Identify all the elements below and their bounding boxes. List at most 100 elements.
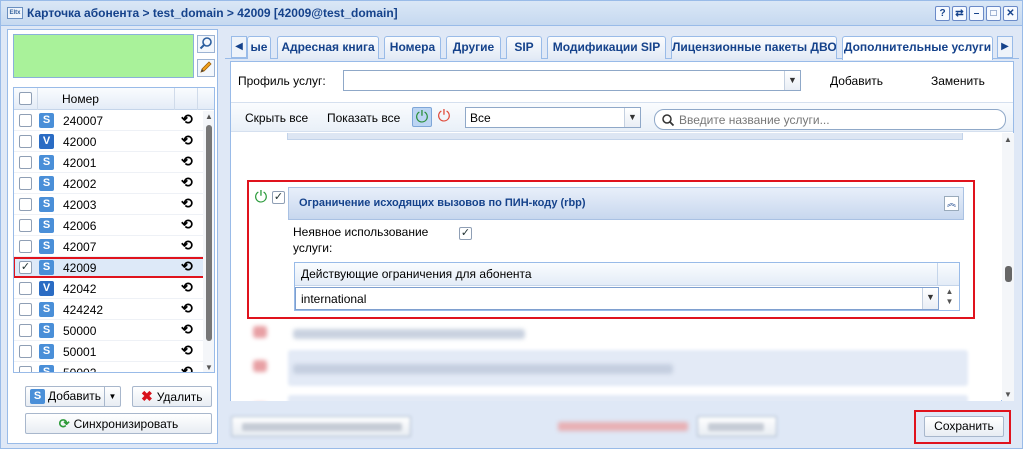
- subscriber-row[interactable]: S 50002 ⟲: [14, 362, 214, 372]
- row-checkbox[interactable]: [19, 366, 32, 372]
- row-checkbox[interactable]: [19, 198, 32, 211]
- row-checkbox[interactable]: [19, 240, 32, 253]
- save-button[interactable]: Сохранить: [924, 416, 1004, 437]
- row-checkbox[interactable]: [19, 114, 32, 127]
- add-button[interactable]: S Добавить ▼: [25, 386, 121, 407]
- show-all-button[interactable]: Показать все: [327, 111, 400, 125]
- scrollbar-thumb[interactable]: [1005, 266, 1012, 282]
- history-icon[interactable]: ⟲: [181, 279, 193, 296]
- row-checkbox[interactable]: [19, 324, 32, 337]
- history-icon[interactable]: ⟲: [181, 216, 193, 233]
- list-scrollbar[interactable]: ▲ ▼: [203, 111, 214, 372]
- filter-combo[interactable]: Все ▼: [465, 107, 641, 128]
- subscriber-row[interactable]: S 50000 ⟲: [14, 320, 214, 341]
- tab-additional-services[interactable]: Дополнительные услуги: [842, 36, 993, 60]
- subscriber-number: 42003: [63, 198, 97, 212]
- close-button[interactable]: ✕: [1003, 6, 1018, 21]
- restrictions-header: Действующие ограничения для абонента: [295, 263, 959, 286]
- swap-button[interactable]: ⇄: [952, 6, 967, 21]
- subscriber-row[interactable]: V 42042 ⟲: [14, 278, 214, 299]
- history-icon[interactable]: ⟲: [181, 132, 193, 149]
- history-icon[interactable]: ⟲: [181, 321, 193, 338]
- blurred-footer-button[interactable]: [697, 416, 777, 437]
- service-checkbox[interactable]: ✓: [272, 191, 285, 204]
- history-icon[interactable]: ⟲: [181, 237, 193, 254]
- subscriber-row[interactable]: ✓ S 42009 ⟲: [14, 257, 214, 278]
- subscriber-row[interactable]: S 42001 ⟲: [14, 152, 214, 173]
- row-checkbox[interactable]: [19, 219, 32, 232]
- history-icon[interactable]: ⟲: [181, 174, 193, 191]
- row-checkbox[interactable]: [19, 282, 32, 295]
- subscriber-row[interactable]: S 240007 ⟲: [14, 110, 214, 131]
- profile-replace-button[interactable]: Заменить: [931, 74, 985, 88]
- blurred-footer-button[interactable]: [231, 416, 411, 437]
- history-icon[interactable]: ⟲: [181, 342, 193, 359]
- restrictions-combo[interactable]: international ▼: [295, 287, 939, 310]
- history-icon[interactable]: ⟲: [181, 153, 193, 170]
- tab-license-packages[interactable]: Лицензионные пакеты ДВО: [671, 36, 837, 59]
- subscriber-row[interactable]: S 42002 ⟲: [14, 173, 214, 194]
- profile-dropdown-arrow[interactable]: ▼: [784, 71, 800, 90]
- select-all-checkbox[interactable]: [19, 92, 32, 105]
- tab-other[interactable]: Другие: [446, 36, 501, 59]
- minimize-button[interactable]: –: [969, 6, 984, 21]
- service-power-icon[interactable]: ⏻: [251, 188, 271, 208]
- scroll-down-arrow[interactable]: ▼: [1002, 390, 1014, 399]
- row-checkbox[interactable]: [19, 303, 32, 316]
- power-on-icon[interactable]: ⏻: [412, 107, 432, 127]
- row-checkbox[interactable]: [19, 135, 32, 148]
- services-scrollbar[interactable]: ▲ ▼: [1002, 133, 1014, 401]
- tab-address-book[interactable]: Адресная книга: [277, 36, 379, 59]
- tab-numbers[interactable]: Номера: [384, 36, 441, 59]
- subscriber-number: 42000: [63, 135, 97, 149]
- scroll-up-arrow[interactable]: ▲: [1002, 135, 1014, 144]
- delete-button[interactable]: ✖ Удалить: [132, 386, 212, 407]
- history-icon[interactable]: ⟲: [181, 111, 193, 128]
- sync-icon: ⟳: [58, 416, 70, 431]
- subscriber-row[interactable]: S 42003 ⟲: [14, 194, 214, 215]
- history-icon[interactable]: ⟲: [181, 300, 193, 317]
- sync-button[interactable]: ⟳ Синхронизировать: [25, 413, 212, 434]
- row-checkbox[interactable]: [19, 177, 32, 190]
- tab-sip[interactable]: SIP: [506, 36, 542, 59]
- filter-dropdown-arrow[interactable]: ▼: [624, 108, 640, 127]
- tab-scroll-left[interactable]: ◀: [231, 36, 247, 58]
- history-icon[interactable]: ⟲: [181, 363, 193, 372]
- restrictions-dropdown-arrow[interactable]: ▼: [922, 288, 938, 309]
- tab-scroll-right[interactable]: ▶: [997, 36, 1013, 58]
- service-header[interactable]: Ограничение исходящих вызовов по ПИН-код…: [288, 187, 964, 220]
- maximize-button[interactable]: □: [986, 6, 1001, 21]
- service-search-input[interactable]: Введите название услуги...: [654, 109, 1006, 130]
- row-checkbox[interactable]: ✓: [19, 261, 32, 274]
- tab-partial[interactable]: ые: [247, 36, 271, 59]
- service-title: Ограничение исходящих вызовов по ПИН-код…: [299, 197, 586, 209]
- power-off-icon[interactable]: ⏻: [434, 107, 454, 127]
- profile-add-button[interactable]: Добавить: [830, 74, 883, 88]
- subscriber-row[interactable]: S 424242 ⟲: [14, 299, 214, 320]
- profile-combo[interactable]: ▼: [343, 70, 801, 91]
- help-button[interactable]: ?: [935, 6, 950, 21]
- title-bar[interactable]: Eltx Карточка абонента > test_domain > 4…: [1, 1, 1022, 26]
- subscriber-row[interactable]: S 42007 ⟲: [14, 236, 214, 257]
- subscriber-row[interactable]: V 42000 ⟲: [14, 131, 214, 152]
- hide-all-button[interactable]: Скрыть все: [245, 111, 308, 125]
- collapse-icon[interactable]: ︽: [944, 196, 959, 211]
- row-checkbox[interactable]: [19, 156, 32, 169]
- history-icon[interactable]: ⟲: [181, 258, 193, 275]
- implicit-use-checkbox[interactable]: ✓: [459, 227, 472, 240]
- scroll-down-arrow[interactable]: ▼: [203, 363, 214, 372]
- search-icon: [199, 37, 212, 50]
- column-header-number[interactable]: Номер: [62, 92, 99, 106]
- column-header-actions: [174, 88, 198, 110]
- edit-button[interactable]: [197, 59, 215, 77]
- restrictions-spinner[interactable]: ▲ ▼: [940, 287, 959, 310]
- add-dropdown-arrow[interactable]: ▼: [104, 387, 120, 406]
- tab-sip-modifications[interactable]: Модификации SIP: [547, 36, 666, 59]
- row-checkbox[interactable]: [19, 345, 32, 358]
- search-button[interactable]: [197, 35, 215, 53]
- subscriber-row[interactable]: S 42006 ⟲: [14, 215, 214, 236]
- scroll-up-arrow[interactable]: ▲: [203, 112, 214, 121]
- subscriber-row[interactable]: S 50001 ⟲: [14, 341, 214, 362]
- history-icon[interactable]: ⟲: [181, 195, 193, 212]
- scrollbar-thumb[interactable]: [206, 125, 212, 341]
